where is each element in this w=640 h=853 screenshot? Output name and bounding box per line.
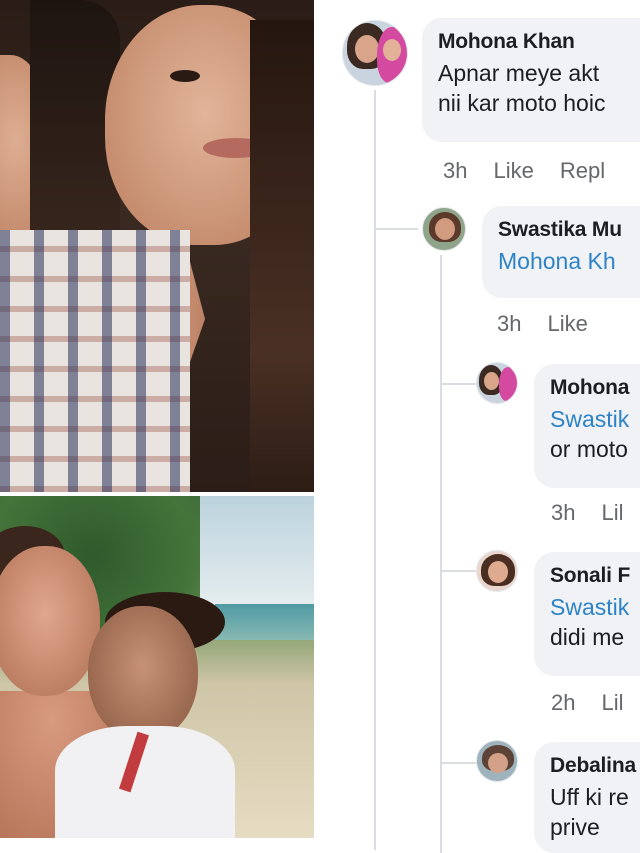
thread-branch — [440, 762, 480, 764]
thread-branch — [374, 228, 418, 230]
comment-bubble: Swastika Mu Mohona Kh — [482, 206, 640, 298]
comment-author[interactable]: Mohona Khan — [438, 30, 640, 54]
like-button[interactable]: Lil — [601, 500, 623, 526]
comment-author[interactable]: Mohona — [550, 376, 640, 400]
comment-timestamp: 3h — [497, 311, 522, 336]
avatar[interactable] — [476, 740, 518, 782]
comment-bubble: Sonali F Swastik didi me — [534, 552, 640, 676]
comment-author[interactable]: Sonali F — [550, 564, 640, 588]
comment-mention[interactable]: Mohona Kh — [498, 246, 640, 276]
comment-text: Uff ki re — [550, 784, 629, 810]
comment-text: prive — [550, 814, 600, 840]
comment-thread: Mohona Khan Apnar meye akt nii kar moto … — [330, 0, 640, 853]
comment-author[interactable]: Swastika Mu — [498, 218, 640, 242]
photo-top[interactable] — [0, 0, 314, 492]
photo-eye — [170, 70, 200, 82]
thread-branch — [440, 570, 480, 572]
comment-bubble: Debalina Uff ki re prive — [534, 742, 640, 853]
comment-mention[interactable]: Swastik — [550, 404, 640, 434]
avatar[interactable] — [476, 550, 518, 592]
photo-person-face — [88, 606, 198, 741]
avatar[interactable] — [422, 207, 466, 251]
thread-line — [374, 90, 376, 850]
like-button[interactable]: Lil — [601, 690, 623, 716]
photo-bottom[interactable] — [0, 496, 314, 838]
avatar[interactable] — [476, 362, 518, 404]
comment-text: didi me — [550, 624, 625, 650]
photo-plaid-shirt — [0, 230, 190, 492]
photo-person-face — [0, 546, 100, 696]
comment-text: or moto — [550, 436, 628, 462]
comment-timestamp: 2h — [551, 690, 576, 715]
comment-bubble: Mohona Swastik or moto — [534, 364, 640, 488]
thread-branch — [440, 383, 480, 385]
photo-hair — [250, 20, 314, 492]
reply-button[interactable]: Repl — [560, 158, 605, 184]
avatar[interactable] — [342, 20, 408, 86]
comment-mention[interactable]: Swastik — [550, 592, 640, 622]
comment-text: Apnar meye akt — [438, 60, 600, 86]
like-button[interactable]: Like — [547, 311, 587, 337]
photo-sea — [215, 604, 314, 640]
comment-timestamp: 3h — [443, 158, 468, 183]
comment-timestamp: 3h — [551, 500, 576, 525]
photo-sky — [200, 496, 314, 606]
comment-actions: 2h Lil — [551, 690, 624, 716]
comment-actions: 3h Like — [497, 311, 588, 337]
like-button[interactable]: Like — [493, 158, 533, 184]
comment-author[interactable]: Debalina — [550, 754, 640, 778]
comment-actions: 3h Like Repl — [443, 158, 605, 184]
comment-actions: 3h Lil — [551, 500, 624, 526]
comment-bubble: Mohona Khan Apnar meye akt nii kar moto … — [422, 18, 640, 142]
comment-text: nii kar moto hoic — [438, 90, 606, 116]
